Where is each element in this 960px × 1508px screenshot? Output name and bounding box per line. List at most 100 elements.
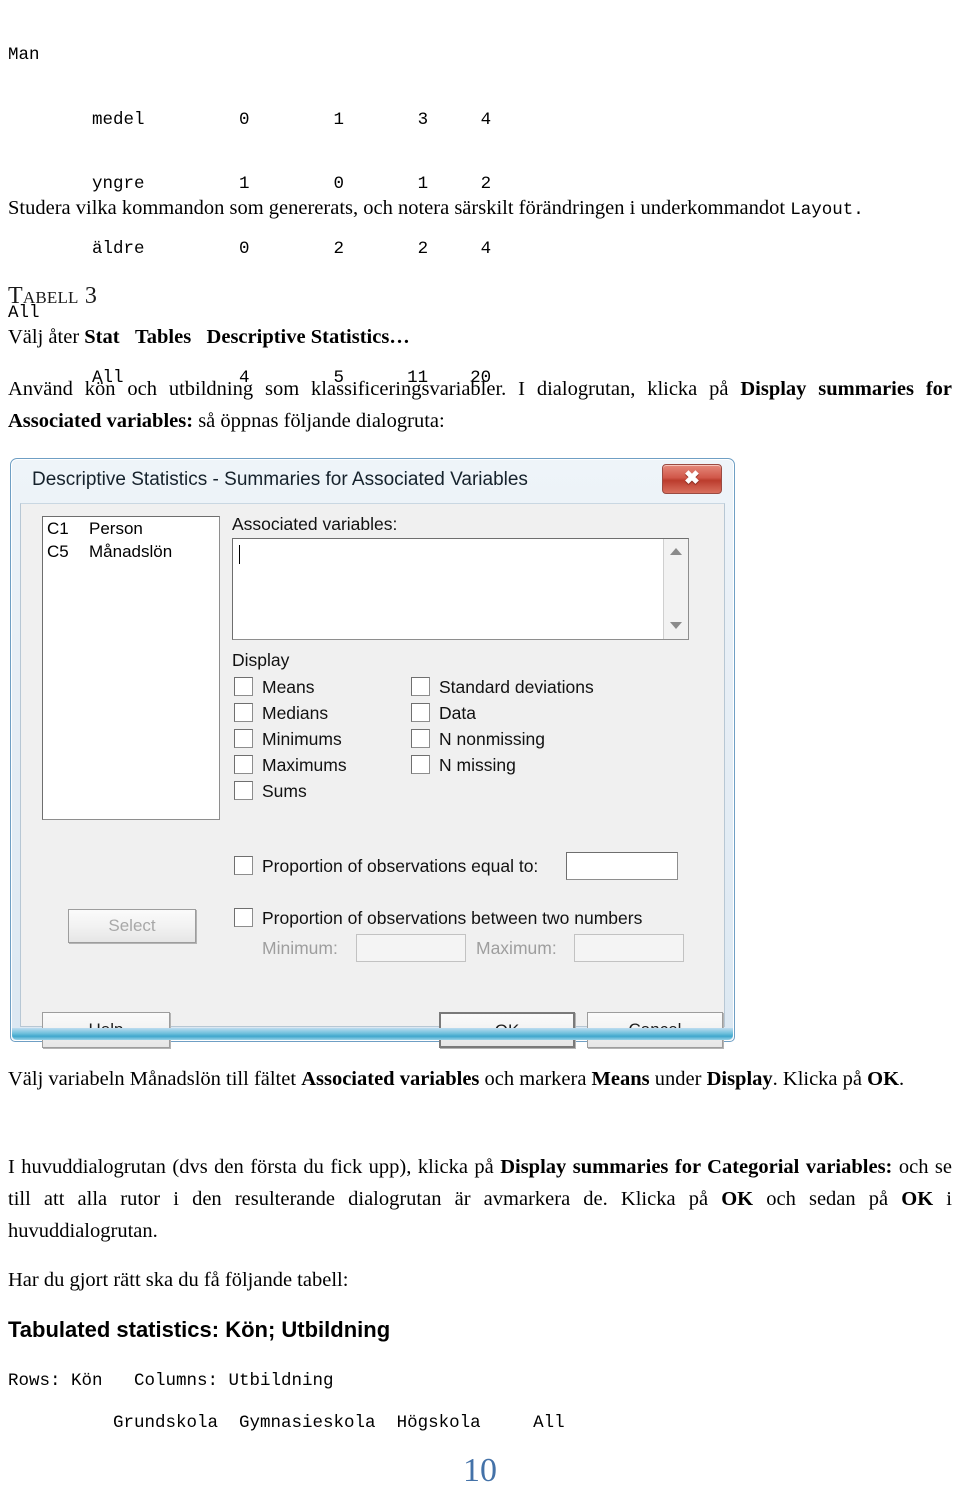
paragraph-menu-path: Välj åter Stat Tables Descriptive Statis… (8, 321, 952, 353)
checkbox-label: N missing (439, 755, 516, 775)
minimum-label: Minimum: (262, 938, 338, 958)
scroll-up-icon[interactable] (664, 542, 688, 562)
paragraph-text: . (899, 1068, 905, 1090)
scrollbar[interactable] (663, 539, 688, 639)
menu-gap (120, 326, 135, 348)
output-line: äldre 0 2 2 4 (8, 238, 492, 259)
checkbox-proportion-between[interactable]: Proportion of observations between two n… (234, 908, 642, 929)
associated-variables-label: Associated variables: (232, 514, 398, 534)
checkbox-box[interactable] (234, 677, 253, 696)
variable-list[interactable]: C1 Person C5 Månadslön (42, 516, 220, 820)
bottom-output-column-headers: Grundskola Gymnasieskola Högskola All (8, 1413, 565, 1433)
checkbox-box[interactable] (234, 703, 253, 722)
descriptive-statistics-dialog: Descriptive Statistics - Summaries for A… (10, 458, 735, 1048)
checkbox-box[interactable] (411, 755, 430, 774)
checkbox-label: Standard deviations (439, 677, 594, 697)
paragraph-text: I huvuddialogrutan (dvs den första du fi… (8, 1156, 501, 1178)
checkbox-sums[interactable]: Sums (234, 781, 307, 802)
checkbox-box[interactable] (411, 677, 430, 696)
emphasis-means: Means (591, 1068, 650, 1090)
emphasis-display: Display (706, 1068, 773, 1090)
paragraph-har-du-gjort: Har du gjort rätt ska du få följande tab… (8, 1269, 349, 1291)
heading-number: 3 (78, 283, 98, 309)
checkbox-label: Maximums (262, 755, 347, 775)
dialog-body: C1 Person C5 Månadslön Select Associated v… (20, 503, 725, 1048)
checkbox-box[interactable] (411, 729, 430, 748)
menu-descriptive-statistics: Descriptive Statistics… (206, 326, 410, 348)
checkbox-label: Minimums (262, 729, 342, 749)
paragraph-text: under (649, 1068, 707, 1090)
scroll-down-icon[interactable] (664, 616, 688, 636)
emphasis-associated-variables: Associated variables (301, 1068, 480, 1090)
associated-variables-input[interactable] (232, 538, 689, 640)
paragraph-studera: Studera vilka kommandon som genererats, … (8, 192, 952, 226)
dialog-title: Descriptive Statistics - Summaries for A… (32, 469, 528, 490)
paragraph-text: så öppnas följande dialogruta: (193, 410, 445, 432)
checkbox-means[interactable]: Means (234, 677, 315, 698)
variable-name: Månadslön (89, 542, 173, 561)
checkbox-box[interactable] (411, 703, 430, 722)
dialog-titlebar[interactable]: Descriptive Statistics - Summaries for A… (11, 459, 734, 503)
paragraph-text: . Klicka på (772, 1068, 868, 1090)
checkbox-label: Medians (262, 703, 329, 723)
checkbox-data[interactable]: Data (411, 703, 476, 724)
checkbox-n-nonmissing[interactable]: N nonmissing (411, 729, 545, 750)
checkbox-label: Proportion of observations equal to: (262, 856, 539, 876)
checkbox-box[interactable] (234, 755, 253, 774)
menu-path-prefix: Välj åter (8, 326, 85, 348)
dialog-bottom-edge (12, 1028, 733, 1040)
select-button-label: Select (108, 916, 156, 935)
emphasis-display-summaries-categorial: Display summaries for Categorial variabl… (500, 1156, 893, 1178)
checkbox-maximums[interactable]: Maximums (234, 755, 347, 776)
paragraph-huvuddialogrutan: I huvuddialogrutan (dvs den första du fi… (8, 1151, 952, 1247)
text-caret (239, 545, 240, 564)
paragraph-text: och sedan på (753, 1188, 902, 1210)
bottom-output-rows-cols: Rows: Kön Columns: Utbildning (8, 1371, 334, 1391)
tabulated-statistics-heading: Tabulated statistics: Kön; Utbildning (8, 1317, 391, 1342)
checkbox-standard-deviations[interactable]: Standard deviations (411, 677, 594, 698)
paragraph-text: Studera vilka kommandon som genererats, … (8, 197, 791, 219)
document-page: Man medel 0 1 3 4 yngre 1 0 1 2 äldre 0 … (0, 0, 960, 1508)
page-title-tabell-3: Tabell 3 (8, 283, 97, 310)
heading-word: Tabell (8, 283, 79, 309)
minimum-input[interactable] (356, 934, 466, 962)
emphasis-ok: OK (901, 1188, 934, 1210)
paragraph-valj-variabeln: Välj variabeln Månadslön till fältet Ass… (8, 1063, 952, 1095)
checkbox-box[interactable] (234, 729, 253, 748)
checkbox-label: Proportion of observations between two n… (262, 908, 643, 928)
checkbox-n-missing[interactable]: N missing (411, 755, 516, 776)
page-number: 10 (463, 1452, 497, 1489)
checkbox-box[interactable] (234, 781, 253, 800)
menu-gap (191, 326, 206, 348)
checkbox-minimums[interactable]: Minimums (234, 729, 342, 750)
variable-code: C5 (47, 542, 69, 561)
menu-stat: Stat (84, 326, 120, 348)
menu-tables: Tables (134, 326, 192, 348)
close-glyph: ✖ (684, 468, 700, 489)
proportion-equal-to-input[interactable] (566, 852, 678, 880)
display-group-label: Display (232, 650, 290, 670)
checkbox-label: Means (262, 677, 315, 697)
maximum-label: Maximum: (476, 938, 557, 958)
checkbox-box[interactable] (234, 908, 253, 927)
paragraph-anvand: Använd kön och utbildning som klassifice… (8, 373, 952, 437)
output-line: Man (8, 45, 40, 65)
inline-code-layout: Layout. (790, 200, 864, 220)
checkbox-proportion-equal-to[interactable]: Proportion of observations equal to: (234, 856, 538, 877)
variable-code: C1 (47, 519, 69, 538)
list-item[interactable]: C1 Person (43, 517, 219, 540)
paragraph-text: Använd kön och utbildning som klassifice… (8, 378, 741, 400)
paragraph-text: Välj variabeln Månadslön till fältet (8, 1068, 302, 1090)
list-item[interactable]: C5 Månadslön (43, 540, 219, 563)
checkbox-box[interactable] (234, 856, 253, 875)
checkbox-medians[interactable]: Medians (234, 703, 328, 724)
select-button[interactable]: Select (68, 909, 196, 943)
close-icon[interactable]: ✖ (662, 464, 722, 494)
paragraph-text: och markera (479, 1068, 592, 1090)
checkbox-label: N nonmissing (439, 729, 546, 749)
maximum-input[interactable] (574, 934, 684, 962)
output-line: medel 0 1 3 4 (8, 109, 492, 130)
checkbox-label: Data (439, 703, 476, 723)
emphasis-ok: OK (721, 1188, 754, 1210)
emphasis-ok: OK (867, 1068, 900, 1090)
